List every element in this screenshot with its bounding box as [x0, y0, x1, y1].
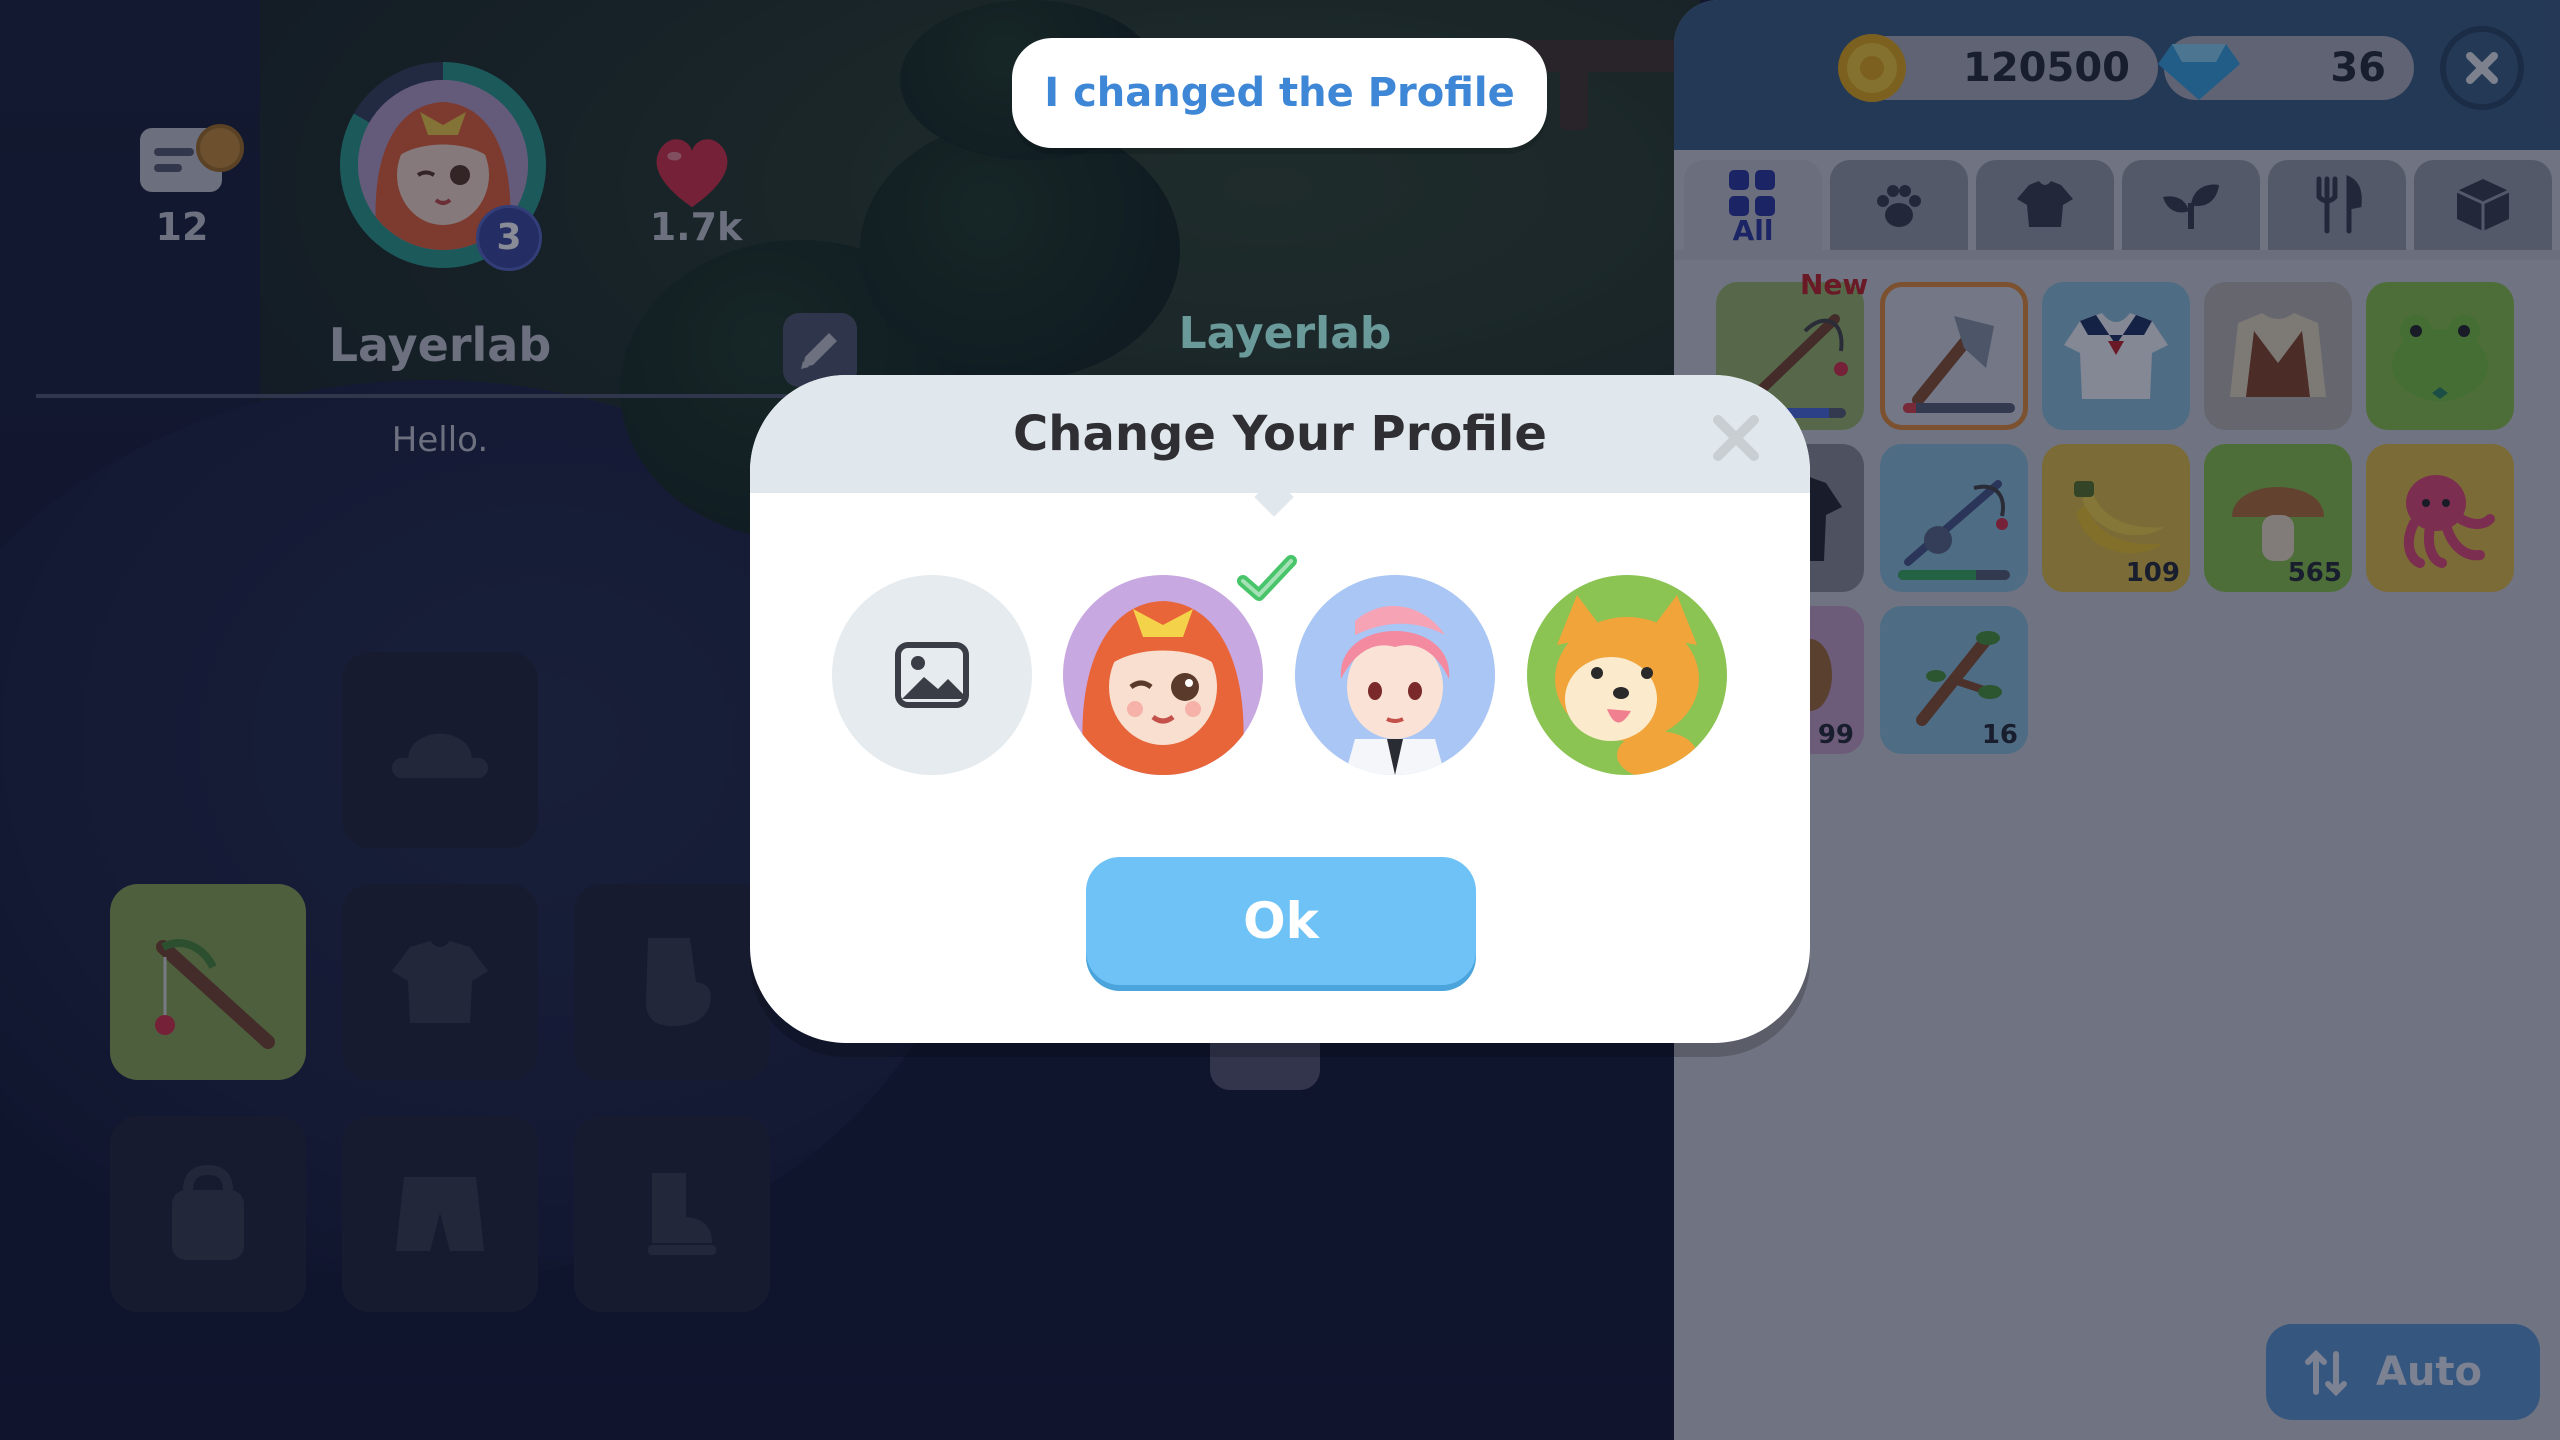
character-nametag: Layerlab [1178, 308, 1392, 359]
ok-button-label: Ok [1243, 892, 1319, 950]
girl-avatar [1063, 575, 1263, 775]
boy-avatar [1295, 575, 1495, 775]
change-profile-dialog: Change Your Profile Ok [750, 375, 1810, 1043]
profile-option-girl[interactable] [1063, 575, 1263, 775]
selected-check-icon [1237, 555, 1297, 601]
toast-notification: I changed the Profile [1012, 38, 1547, 148]
profile-option-boy[interactable] [1295, 575, 1495, 775]
corgi-avatar [1527, 575, 1727, 775]
profile-option-upload-photo[interactable] [832, 575, 1032, 775]
ok-button[interactable]: Ok [1086, 857, 1476, 985]
profile-option-corgi[interactable] [1527, 575, 1727, 775]
image-icon [895, 642, 969, 708]
dialog-title: Change Your Profile [1013, 406, 1547, 462]
toast-message: I changed the Profile [1044, 70, 1515, 116]
close-icon[interactable] [1708, 410, 1764, 466]
